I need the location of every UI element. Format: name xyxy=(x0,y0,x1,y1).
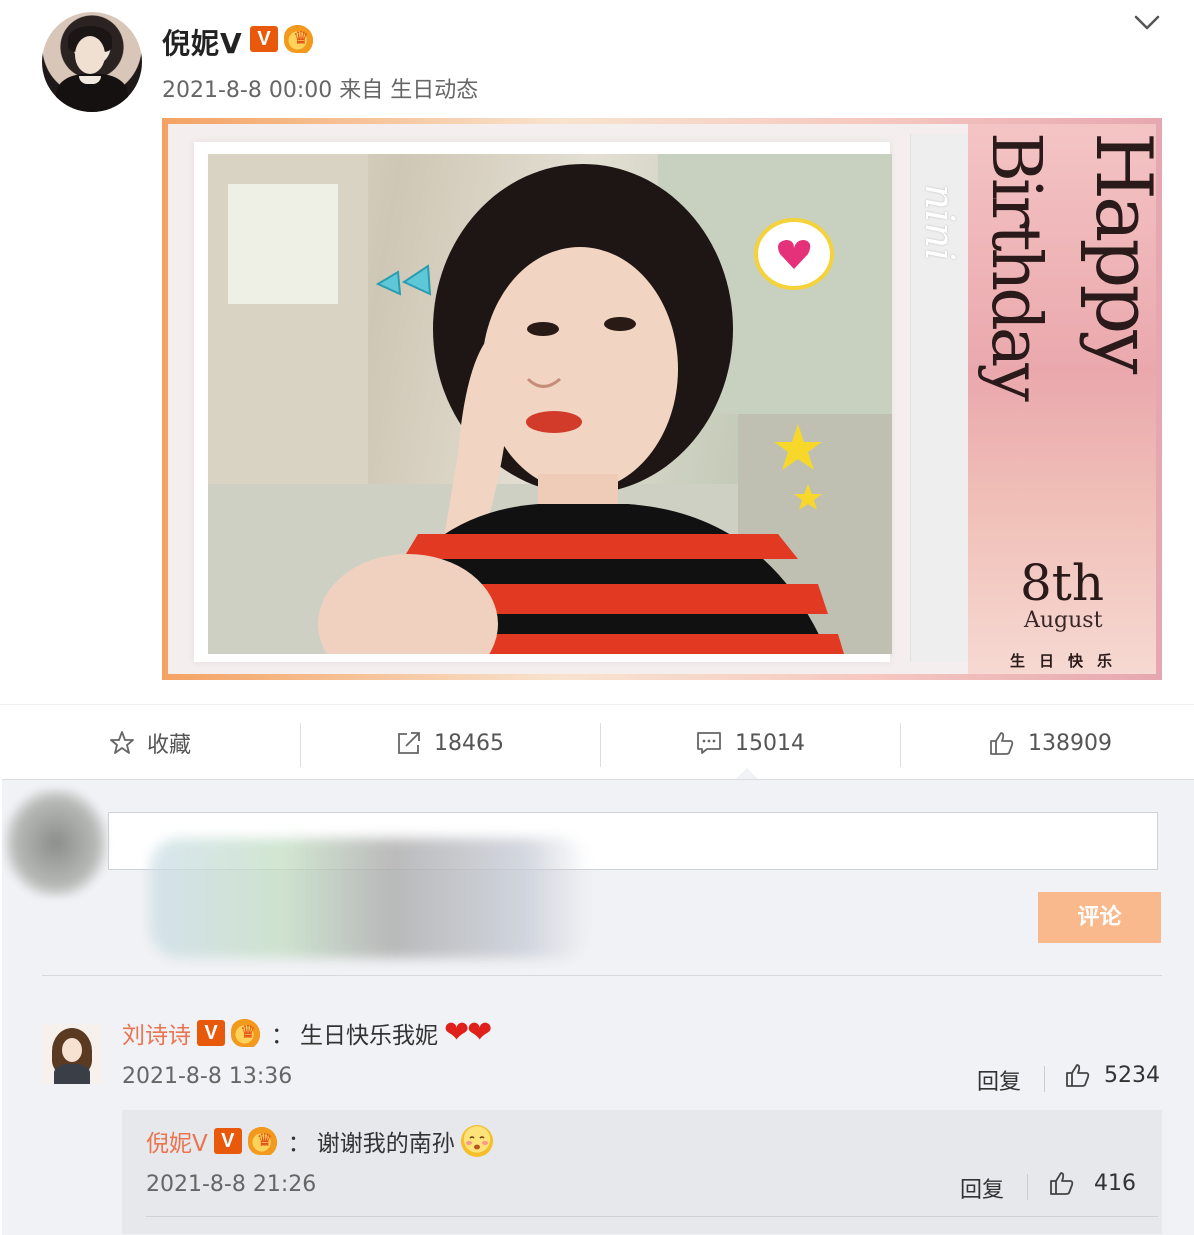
comment-like-button[interactable]: 5234 xyxy=(1064,1062,1160,1088)
reply-button[interactable]: 回复 xyxy=(977,1064,1021,1096)
reply-line: 倪妮V V ♛ ： 谢谢我的南孙 xyxy=(146,1124,493,1158)
submit-comment-button[interactable]: 评论 xyxy=(1038,892,1161,943)
commenter-avatar[interactable] xyxy=(42,1024,102,1084)
author-name[interactable]: 倪妮V xyxy=(162,22,243,62)
post-image[interactable]: nini Happy Birthday 8th August 生日快乐 xyxy=(162,118,1168,680)
verified-v-badge: V xyxy=(213,1128,242,1154)
thumbs-up-icon xyxy=(990,732,1014,755)
favorite-label: 收藏 xyxy=(146,733,191,758)
comment-time: 2021-8-8 13:36 xyxy=(122,1064,293,1089)
comment-icon xyxy=(697,732,721,754)
birthday-text: Birthday xyxy=(976,132,1055,398)
avatar-face xyxy=(75,36,105,74)
redacted-content xyxy=(150,838,590,958)
comment-separator: ： xyxy=(271,1023,294,1049)
reply-text: 谢谢我的南孙 xyxy=(316,1131,455,1157)
reply-separator: ： xyxy=(287,1131,311,1157)
nini-signature: nini xyxy=(916,184,962,262)
happy-text: Happy xyxy=(1078,132,1168,371)
reply-time: 2021-8-8 21:26 xyxy=(146,1172,317,1197)
blush-emoji-icon xyxy=(460,1125,493,1157)
vip-crown-icon: ♛ xyxy=(284,25,318,53)
vertical-divider xyxy=(1044,1066,1045,1092)
comment-count: 15014 xyxy=(735,730,805,756)
date-day: 8th xyxy=(1020,554,1105,612)
verified-v-badge: V xyxy=(197,1020,225,1046)
action-bar: 收藏 18465 15014 138909 xyxy=(0,704,1194,781)
favorite-button[interactable]: 收藏 xyxy=(0,705,300,781)
post-timestamp[interactable]: 2021-8-8 00:00 xyxy=(162,78,332,103)
repost-button[interactable]: 18465 xyxy=(300,705,600,781)
comment-divider xyxy=(42,975,1162,976)
vertical-divider xyxy=(1027,1174,1028,1200)
vip-crown-icon: ♛ xyxy=(231,1019,265,1047)
date-month: August xyxy=(1024,608,1103,633)
like-count: 138909 xyxy=(1028,730,1112,756)
comment-like-count: 5234 xyxy=(1104,1062,1160,1088)
comment-line: 刘诗诗 V ♛ ： 生日快乐我妮 ❤❤ xyxy=(122,1015,492,1050)
comment-text: 生日快乐我妮 xyxy=(300,1023,438,1049)
redacted-avatar xyxy=(4,788,108,898)
repost-count: 18465 xyxy=(434,730,504,756)
date-greeting: 生日快乐 xyxy=(1010,652,1127,670)
reply-author-name[interactable]: 倪妮V xyxy=(146,1124,208,1158)
source-prefix: 来自 xyxy=(339,78,384,103)
heart-emoji: ❤❤ xyxy=(444,1015,492,1050)
reply-divider xyxy=(146,1216,1158,1217)
post-meta: 2021-8-8 00:00 来自 生日动态 xyxy=(162,72,478,104)
commenter-name[interactable]: 刘诗诗 xyxy=(122,1016,191,1050)
post-source: 生日动态 xyxy=(390,78,479,103)
portrait-photo xyxy=(208,154,892,654)
reply-like-count: 416 xyxy=(1094,1170,1136,1196)
portrait-illustration xyxy=(208,154,892,654)
thumbs-up-icon xyxy=(1050,1172,1074,1195)
like-button[interactable]: 138909 xyxy=(900,705,1194,781)
avatar-face xyxy=(62,1038,82,1062)
avatar-body xyxy=(54,1064,90,1084)
vip-crown-icon: ♛ xyxy=(247,1127,282,1155)
star-icon xyxy=(110,731,134,754)
reply-like-button[interactable]: 416 xyxy=(1048,1170,1136,1196)
verified-v-badge: V xyxy=(250,26,278,52)
image-canvas: nini Happy Birthday 8th August 生日快乐 xyxy=(168,124,1168,674)
share-icon xyxy=(398,732,420,754)
comment-pointer xyxy=(736,768,758,779)
chevron-down-icon[interactable] xyxy=(1132,8,1162,38)
thumbs-up-icon xyxy=(1066,1064,1090,1087)
author-avatar[interactable] xyxy=(42,12,142,112)
reply-button[interactable]: 回复 xyxy=(960,1172,1004,1204)
